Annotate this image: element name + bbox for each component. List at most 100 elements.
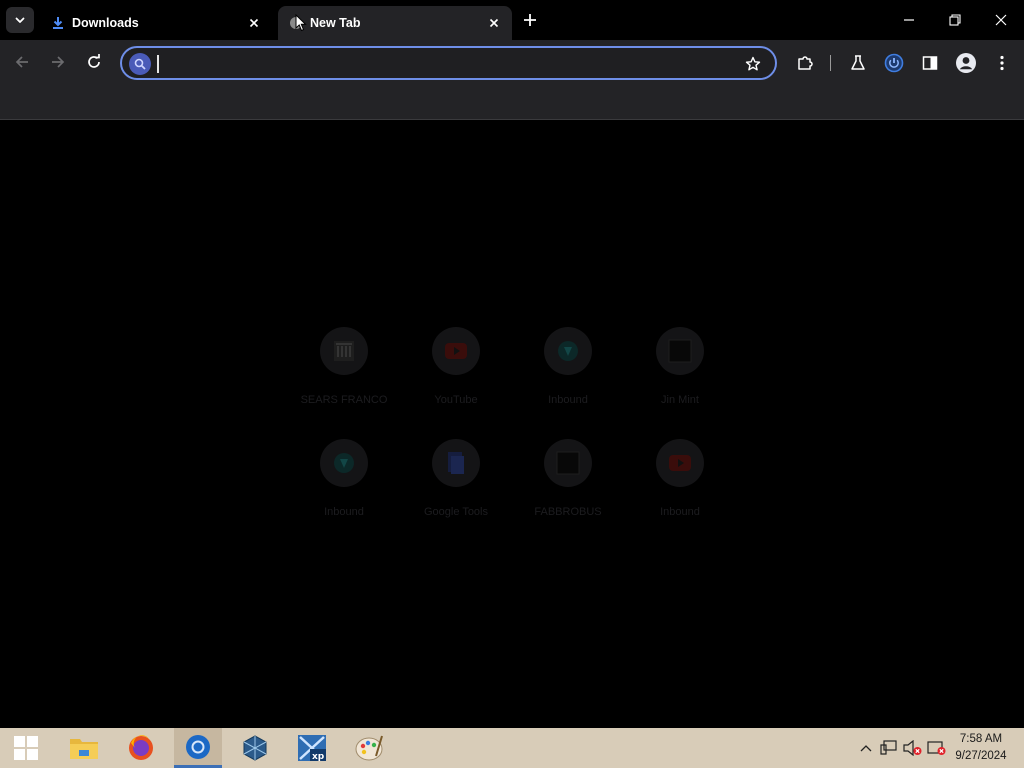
flag-alert-icon bbox=[927, 741, 946, 755]
side-panel-button[interactable] bbox=[917, 50, 943, 76]
back-button[interactable] bbox=[8, 48, 36, 76]
shortcut-label: YouTube bbox=[434, 394, 478, 406]
svg-text:xp: xp bbox=[312, 752, 325, 762]
chevron-up-icon bbox=[860, 745, 872, 752]
minimize-button[interactable] bbox=[886, 4, 932, 36]
shortcut-favicon bbox=[544, 439, 592, 487]
shortcut-label: Inbound bbox=[324, 506, 364, 518]
action-center-tray-icon[interactable] bbox=[927, 738, 947, 758]
labs-button[interactable] bbox=[845, 50, 871, 76]
tab-downloads[interactable]: Downloads bbox=[40, 6, 272, 40]
shortcut-favicon bbox=[544, 327, 592, 375]
clock-time: 7:58 AM bbox=[959, 733, 1003, 745]
start-button[interactable] bbox=[2, 728, 50, 768]
shortcut-tile[interactable]: Jin Mint bbox=[624, 323, 736, 435]
virtualbox-icon bbox=[243, 735, 267, 761]
shortcut-label: SEARS FRANCO bbox=[300, 394, 388, 406]
tab-strip: Downloads New Tab bbox=[0, 0, 1024, 40]
close-icon bbox=[995, 14, 1007, 26]
forward-button[interactable] bbox=[44, 48, 72, 76]
shortcut-favicon bbox=[320, 439, 368, 487]
extensions-button[interactable] bbox=[792, 50, 818, 76]
network-icon bbox=[880, 740, 897, 755]
shortcut-favicon bbox=[432, 327, 480, 375]
bookmark-star-icon[interactable] bbox=[743, 54, 763, 74]
chrome-icon bbox=[186, 734, 210, 759]
shortcut-tile[interactable]: Inbound bbox=[288, 435, 400, 547]
new-tab-page: SEARS FRANCO YouTube Inbound Jin Mint In… bbox=[0, 121, 1024, 728]
youtube-icon bbox=[669, 455, 691, 471]
shortcut-tile[interactable]: FABBROBUS bbox=[512, 435, 624, 547]
omnibox[interactable] bbox=[120, 46, 777, 80]
taskbar-virtualbox[interactable] bbox=[231, 728, 279, 768]
plus-icon bbox=[524, 14, 536, 26]
reload-icon bbox=[88, 54, 100, 68]
close-tab-icon[interactable] bbox=[484, 13, 504, 33]
taskbar-clock[interactable]: 7:58 AM 9/27/2024 bbox=[946, 731, 1016, 765]
power-circle-icon bbox=[884, 53, 904, 73]
taskbar-file-explorer[interactable] bbox=[60, 728, 108, 768]
clock-date: 9/27/2024 bbox=[955, 750, 1007, 762]
shortcut-favicon bbox=[432, 439, 480, 487]
puzzle-icon bbox=[798, 56, 813, 70]
shortcut-label: Inbound bbox=[548, 394, 588, 406]
paint-palette-icon bbox=[355, 735, 383, 761]
toolbar bbox=[0, 40, 1024, 85]
volume-tray-icon[interactable] bbox=[903, 738, 923, 758]
profile-button[interactable] bbox=[953, 50, 979, 76]
shortcut-tile[interactable]: Inbound bbox=[512, 323, 624, 435]
taskbar-firefox[interactable] bbox=[117, 728, 165, 768]
shortcut-label: Jin Mint bbox=[661, 394, 699, 406]
minimize-icon bbox=[904, 19, 914, 21]
shortcut-label: Google Tools bbox=[423, 506, 488, 518]
dark-square-icon bbox=[668, 339, 692, 363]
shortcut-tile[interactable]: Google Tools bbox=[400, 435, 512, 547]
restore-icon bbox=[949, 14, 961, 26]
taskbar-chrome[interactable] bbox=[174, 728, 222, 768]
firefox-icon bbox=[129, 735, 153, 760]
shortcut-favicon bbox=[320, 327, 368, 375]
doc-icon bbox=[448, 452, 464, 474]
arrow-right-icon bbox=[52, 56, 65, 68]
menu-button[interactable] bbox=[989, 50, 1015, 76]
shortcut-favicon bbox=[656, 327, 704, 375]
download-icon bbox=[50, 15, 66, 31]
chevron-down-icon bbox=[15, 17, 25, 23]
new-tab-button[interactable] bbox=[518, 8, 542, 32]
address-input[interactable] bbox=[156, 52, 736, 76]
network-tray-icon[interactable] bbox=[879, 738, 899, 758]
side-panel-icon bbox=[922, 56, 938, 70]
teal-shield-icon bbox=[334, 453, 354, 473]
taskbar: xp 7:58 AM 9/27/2024 bbox=[0, 728, 1024, 768]
taskbar-paint[interactable] bbox=[345, 728, 393, 768]
shortcut-tile[interactable]: SEARS FRANCO bbox=[288, 323, 400, 435]
xp-vm-icon: xp bbox=[298, 735, 326, 762]
shortcut-favicon bbox=[656, 439, 704, 487]
extension-button[interactable] bbox=[881, 50, 907, 76]
search-icon bbox=[129, 53, 151, 75]
shortcut-tile[interactable]: Inbound bbox=[624, 435, 736, 547]
close-window-button[interactable] bbox=[978, 4, 1024, 36]
flask-icon bbox=[851, 55, 865, 70]
folder-icon bbox=[70, 739, 98, 759]
restore-button[interactable] bbox=[932, 4, 978, 36]
arrow-left-icon bbox=[15, 56, 28, 68]
teal-shield-icon bbox=[558, 341, 578, 361]
text-caret bbox=[157, 55, 159, 73]
shortcut-tile[interactable]: YouTube bbox=[400, 323, 512, 435]
close-tab-icon[interactable] bbox=[244, 13, 264, 33]
building-icon bbox=[334, 341, 354, 361]
toolbar-divider bbox=[830, 55, 831, 71]
mouse-cursor-icon bbox=[295, 14, 307, 32]
taskbar-xp-vm[interactable]: xp bbox=[288, 728, 336, 768]
show-hidden-icons-button[interactable] bbox=[856, 738, 876, 758]
avatar-icon bbox=[956, 53, 976, 73]
tab-title: New Tab bbox=[310, 16, 361, 30]
tab-search-button[interactable] bbox=[6, 7, 34, 33]
dark-square-icon bbox=[556, 451, 580, 475]
more-vertical-icon bbox=[1000, 55, 1004, 71]
windows-logo-icon bbox=[14, 736, 38, 760]
tab-new-tab[interactable]: New Tab bbox=[278, 6, 512, 40]
shortcut-label: FABBROBUS bbox=[534, 506, 602, 518]
reload-button[interactable] bbox=[80, 48, 108, 76]
